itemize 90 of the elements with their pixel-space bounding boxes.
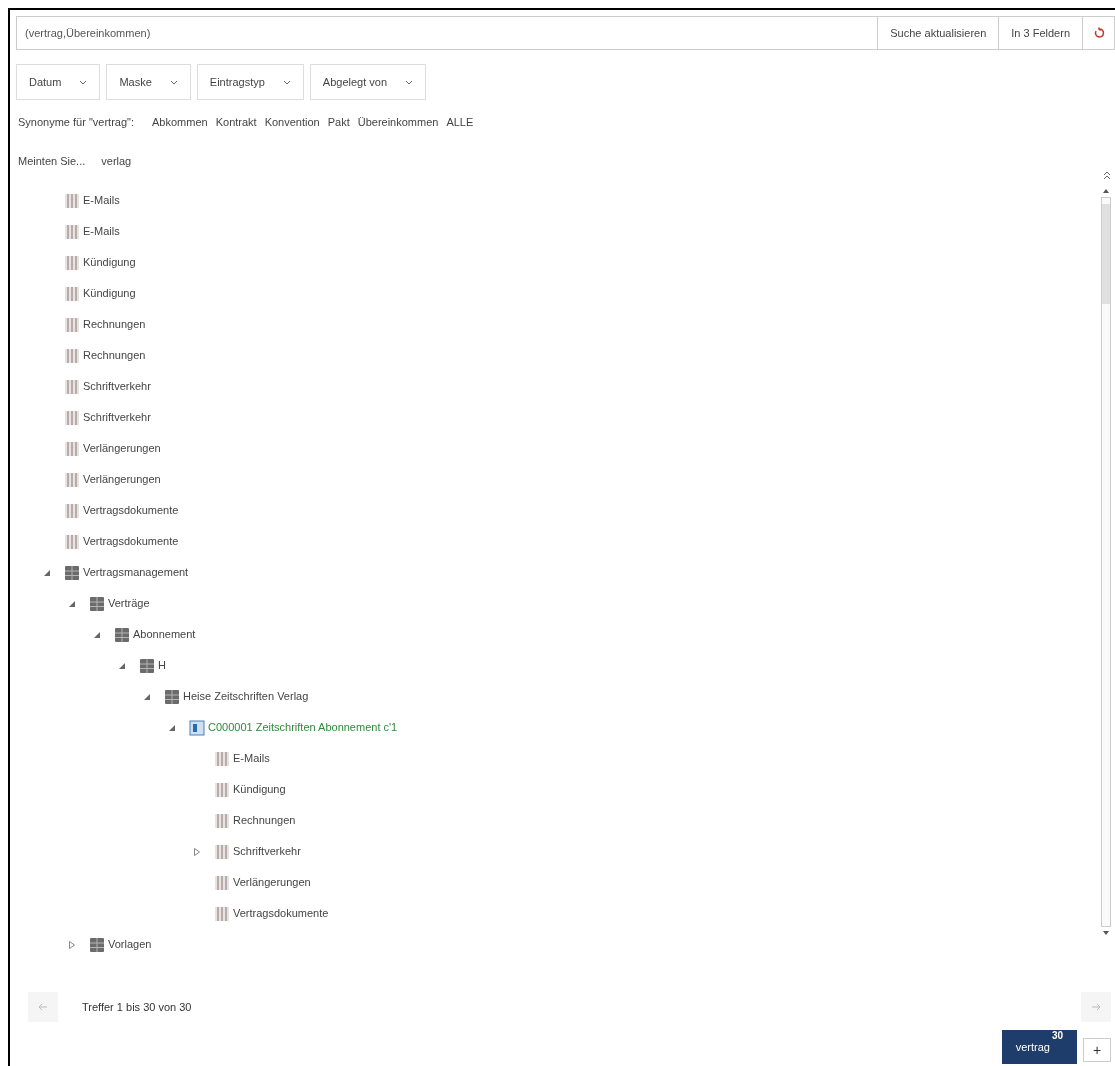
folder-icon <box>64 502 80 519</box>
reset-button[interactable] <box>1083 16 1115 50</box>
tree-item[interactable]: Verlängerungen <box>233 874 311 891</box>
tree-item[interactable]: Kündigung <box>83 285 136 302</box>
expanded-arrow-icon[interactable] <box>44 569 50 576</box>
cabinet-icon <box>164 688 180 705</box>
cabinet-icon <box>89 595 105 612</box>
filter-dropdown[interactable]: Eintragstyp <box>196 64 304 100</box>
tree-item[interactable]: Abonnement <box>133 626 196 643</box>
expanded-arrow-icon[interactable] <box>144 693 150 700</box>
tree-item[interactable]: H <box>158 657 166 674</box>
tree-item[interactable]: Vertragsdokumente <box>83 533 179 550</box>
collapsed-arrow-icon[interactable] <box>194 847 200 856</box>
tree-item[interactable]: Vertragsmanagement <box>83 564 189 581</box>
tree-item[interactable]: Vertragsdokumente <box>233 905 329 922</box>
paging-text: Treffer 1 bis 30 von 30 <box>82 999 192 1015</box>
tree-item[interactable]: Rechnungen <box>83 316 146 333</box>
cabinet-icon <box>139 657 155 674</box>
folder-icon <box>214 874 230 891</box>
filter-dropdown[interactable]: Datum <box>16 64 101 100</box>
tree-item[interactable]: E-Mails <box>83 192 120 209</box>
folder-icon <box>214 843 230 860</box>
tree-item[interactable]: Heise Zeitschriften Verlag <box>183 688 309 705</box>
expanded-arrow-icon[interactable] <box>169 724 175 731</box>
tree-item[interactable]: Verlängerungen <box>83 440 161 457</box>
search-option-button[interactable]: Suche aktualisieren <box>878 16 1000 50</box>
cabinet-icon <box>89 936 105 953</box>
tree-item[interactable]: Verträge <box>108 595 150 612</box>
tree-item[interactable]: Schriftverkehr <box>83 409 151 426</box>
folder-icon <box>64 409 80 426</box>
tree-item[interactable]: Vertragsdokumente <box>83 502 179 519</box>
collapse-icon[interactable] <box>1103 170 1111 180</box>
search-option-button[interactable]: In 3 Feldern <box>999 16 1083 50</box>
folder-icon <box>214 905 230 922</box>
expanded-arrow-icon[interactable] <box>119 662 125 669</box>
tree-item[interactable]: Verlängerungen <box>83 471 161 488</box>
folder-icon <box>214 781 230 798</box>
scroll-up-icon[interactable] <box>1103 189 1109 193</box>
folder-icon <box>64 223 80 240</box>
cabinet-icon <box>114 626 130 643</box>
tree-item[interactable]: Vorlagen <box>108 936 152 953</box>
folder-icon <box>214 750 230 767</box>
synonym-link[interactable]: Übereinkommen <box>357 114 439 131</box>
folder-icon <box>64 378 80 395</box>
arrow-right-icon <box>1092 1004 1100 1010</box>
add-button[interactable]: + <box>1083 1038 1111 1062</box>
expanded-arrow-icon[interactable] <box>94 631 100 638</box>
tag-label: vertrag <box>1015 1040 1050 1055</box>
tree-item[interactable]: Rechnungen <box>83 347 146 364</box>
filter-dropdown[interactable]: Abgelegt von <box>309 64 427 100</box>
suggestion-link[interactable]: verlag <box>101 152 132 169</box>
synonym-link[interactable]: Konvention <box>264 114 320 131</box>
record-icon <box>189 719 205 736</box>
tree-item[interactable]: Rechnungen <box>233 812 296 829</box>
synonyms-label: Synonyme für "vertrag": <box>18 115 135 130</box>
folder-icon <box>64 285 80 302</box>
folder-icon <box>64 316 80 333</box>
synonym-link[interactable]: Kontrakt <box>215 114 257 131</box>
tag-count: 30 <box>1051 1031 1063 1041</box>
tree-item[interactable]: Kündigung <box>83 254 136 271</box>
tree-item[interactable]: Schriftverkehr <box>83 378 151 395</box>
synonym-link[interactable]: ALLE <box>446 114 474 131</box>
scrollbar[interactable] <box>1101 197 1111 927</box>
suggestion-label: Meinten Sie... <box>18 153 86 169</box>
synonym-link[interactable]: Pakt <box>327 114 350 131</box>
collapsed-arrow-icon[interactable] <box>69 940 75 949</box>
filter-dropdown[interactable]: Maske <box>106 64 191 100</box>
tree-item[interactable]: E-Mails <box>233 750 270 767</box>
folder-icon <box>64 254 80 271</box>
tree-item[interactable]: E-Mails <box>83 223 120 240</box>
chevron-down-icon <box>282 79 291 85</box>
folder-icon <box>214 812 230 829</box>
folder-icon <box>64 471 80 488</box>
folder-icon <box>64 440 80 457</box>
tree-item[interactable]: Kündigung <box>233 781 286 798</box>
reset-icon <box>1092 27 1105 39</box>
tree-item[interactable]: Schriftverkehr <box>233 843 301 860</box>
synonym-link[interactable]: Abkommen <box>152 114 208 131</box>
scroll-down-icon[interactable] <box>1103 931 1109 935</box>
expanded-arrow-icon[interactable] <box>69 600 75 607</box>
tree-item[interactable]: C000001 Zeitschriften Abonnement c'1 <box>208 719 398 736</box>
arrow-left-icon <box>39 1004 47 1010</box>
folder-icon <box>64 533 80 550</box>
cabinet-icon <box>64 564 80 581</box>
chevron-down-icon <box>405 79 414 85</box>
search-field[interactable]: (vertrag,Übereinkommen) <box>16 16 879 50</box>
chevron-down-icon <box>79 79 88 85</box>
chevron-down-icon <box>169 79 178 85</box>
folder-icon <box>64 347 80 364</box>
folder-icon <box>64 192 80 209</box>
